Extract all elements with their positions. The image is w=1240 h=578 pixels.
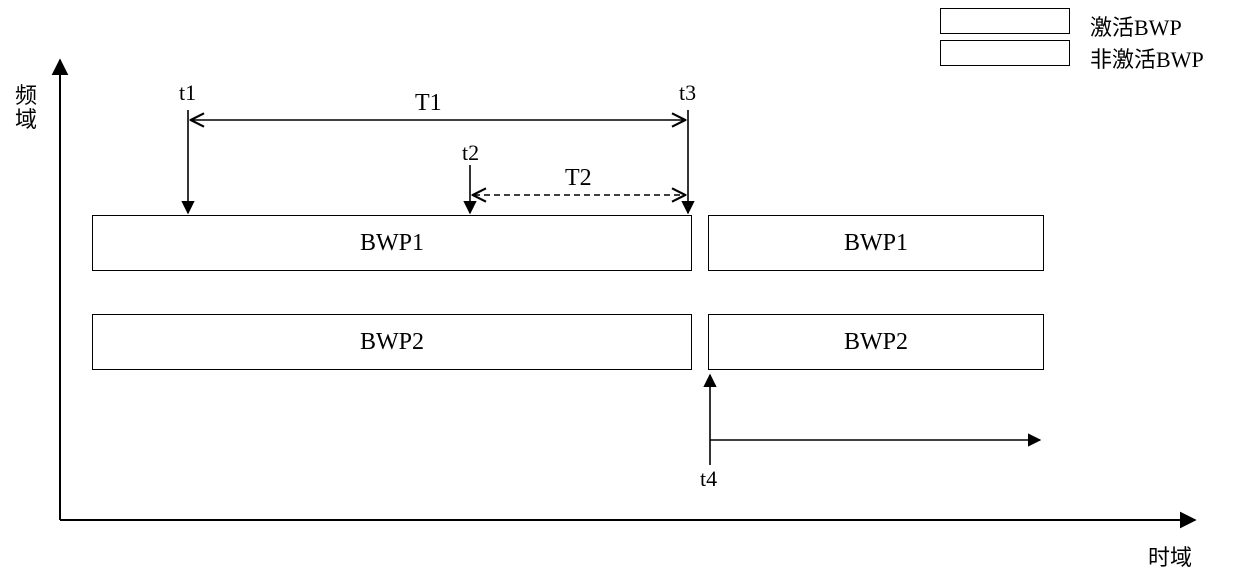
bwp2-segment-active: BWP2 xyxy=(708,314,1044,370)
bwp2-segment-inactive: BWP2 xyxy=(92,314,692,370)
t3-label: t3 xyxy=(679,80,696,106)
t2-label: t2 xyxy=(462,140,479,166)
bwp2-seg2-label: BWP2 xyxy=(844,329,908,356)
t4-label: t4 xyxy=(700,466,717,492)
t1-label: t1 xyxy=(179,80,196,106)
bwp1-seg2-label: BWP1 xyxy=(844,230,908,257)
T2-label: T2 xyxy=(565,165,592,192)
bwp1-segment-inactive: BWP1 xyxy=(708,215,1044,271)
T1-label: T1 xyxy=(415,90,442,117)
bwp1-segment-active: BWP1 xyxy=(92,215,692,271)
bwp2-seg1-label: BWP2 xyxy=(360,329,424,356)
bwp1-seg1-label: BWP1 xyxy=(360,230,424,257)
